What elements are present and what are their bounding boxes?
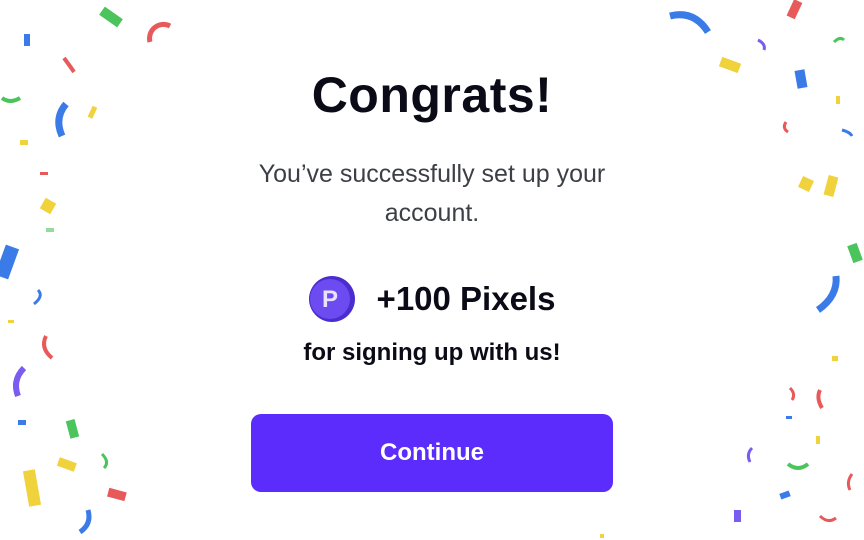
confetti-piece	[847, 242, 863, 264]
confetti-piece	[757, 38, 766, 51]
confetti-piece	[24, 34, 30, 46]
congrats-dialog: Congrats! You’ve successfully set up you…	[0, 0, 864, 540]
confetti-piece	[669, 11, 711, 35]
reward-row: P +100 Pixels	[0, 276, 864, 322]
continue-button[interactable]: Continue	[251, 414, 613, 492]
confetti-piece	[798, 176, 814, 192]
coin-letter: P	[322, 286, 338, 313]
confetti-piece	[734, 510, 741, 522]
reward-amount: +100 Pixels	[376, 280, 556, 317]
confetti-piece	[39, 197, 57, 215]
confetti-piece	[600, 534, 604, 538]
confetti-piece	[40, 172, 48, 175]
confetti-piece	[46, 228, 54, 232]
confetti-piece	[13, 365, 27, 398]
confetti-piece	[99, 6, 123, 28]
confetti-piece	[832, 36, 846, 44]
confetti-piece	[788, 386, 796, 401]
confetti-piece	[818, 514, 837, 523]
confetti-piece	[18, 420, 26, 425]
confetti-piece	[147, 21, 172, 43]
confetti-piece	[78, 509, 92, 535]
confetti-piece	[786, 416, 792, 419]
confetti-piece	[779, 490, 791, 500]
confetti-piece	[816, 436, 820, 444]
confetti-piece	[786, 0, 803, 20]
confetti-piece	[823, 175, 839, 197]
reward-note: for signing up with us!	[303, 339, 561, 366]
confetti-piece	[0, 244, 20, 280]
confetti-piece	[816, 389, 824, 410]
confetti-piece	[841, 128, 854, 137]
confetti-piece	[786, 462, 810, 470]
confetti-piece	[56, 457, 77, 472]
confetti-piece	[100, 452, 109, 470]
confetti-piece	[846, 473, 854, 491]
pixel-coin-icon: P	[308, 276, 355, 322]
confetti-piece	[107, 487, 127, 502]
page-title: Congrats!	[311, 67, 553, 123]
confetti-piece	[746, 446, 754, 463]
success-message: You’ve successfully set up your account.	[258, 160, 606, 227]
confetti-piece	[65, 419, 80, 439]
confetti-piece	[20, 140, 28, 145]
confetti-piece	[22, 469, 42, 507]
